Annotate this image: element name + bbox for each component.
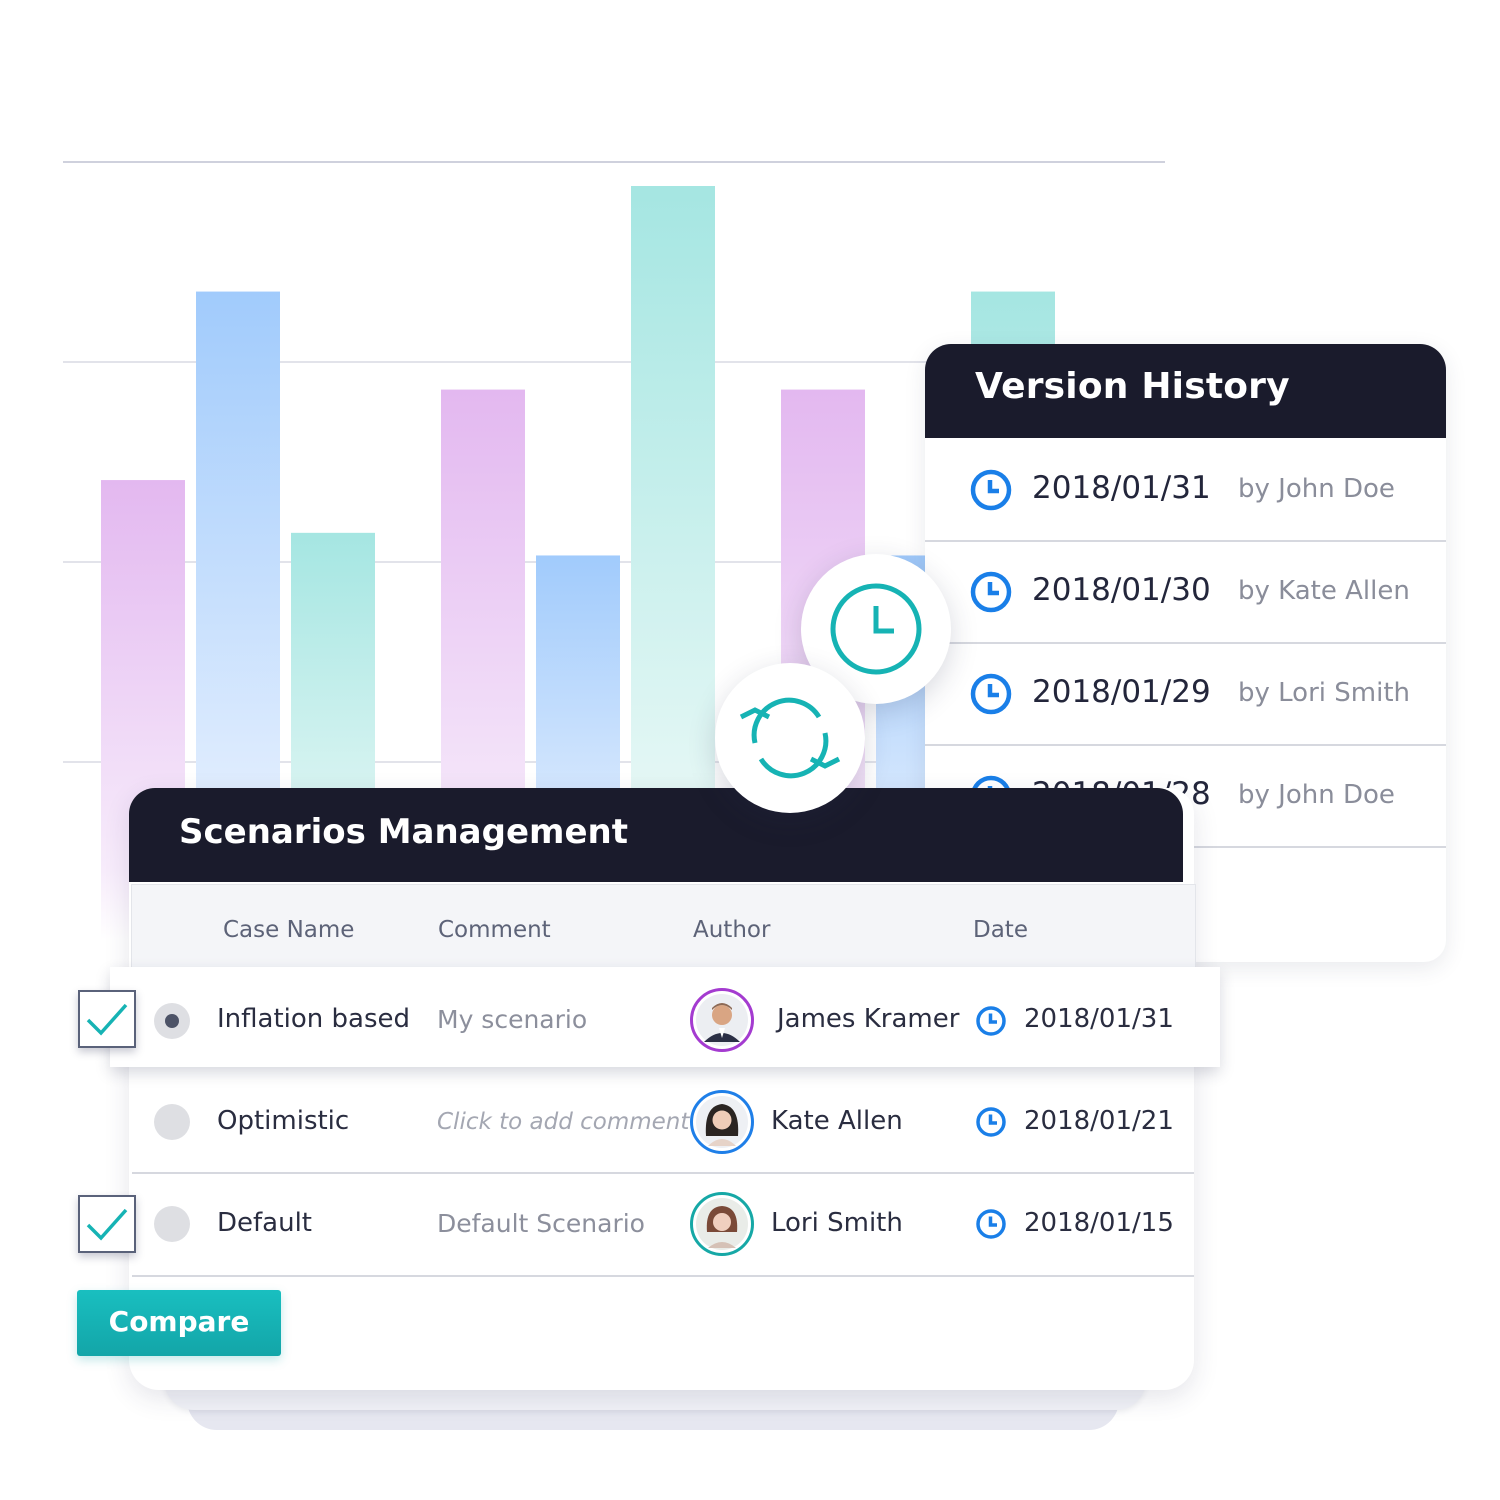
column-author[interactable]: Author xyxy=(693,917,770,943)
clock-icon xyxy=(970,673,1012,715)
version-author: by Lori Smith xyxy=(1238,678,1410,708)
case-name[interactable]: Optimistic xyxy=(217,1106,349,1136)
avatar xyxy=(690,1192,754,1256)
version-date: 2018/01/30 xyxy=(1032,572,1211,608)
clock-icon xyxy=(976,1209,1006,1239)
author-name: James Kramer xyxy=(777,1004,960,1034)
column-date[interactable]: Date xyxy=(973,917,1028,943)
compare-button[interactable]: Compare xyxy=(77,1290,281,1356)
version-author: by John Doe xyxy=(1238,780,1395,810)
version-history-item[interactable]: 2018/01/30 by Kate Allen xyxy=(925,540,1446,644)
date: 2018/01/31 xyxy=(1024,1004,1174,1034)
comment-placeholder[interactable]: Click to add comment xyxy=(437,1109,689,1135)
version-author: by John Doe xyxy=(1238,474,1395,504)
row-radio[interactable] xyxy=(154,1206,190,1242)
row-radio[interactable] xyxy=(154,1104,190,1140)
checkmark-icon xyxy=(86,1208,128,1241)
column-comment[interactable]: Comment xyxy=(438,917,551,943)
sync-badge[interactable] xyxy=(715,663,865,813)
avatar xyxy=(690,988,754,1052)
row-radio[interactable] xyxy=(154,1003,190,1039)
version-history-item[interactable]: 2018/01/29 by Lori Smith xyxy=(925,642,1446,746)
version-author: by Kate Allen xyxy=(1238,576,1410,606)
date: 2018/01/21 xyxy=(1024,1106,1174,1136)
avatar xyxy=(690,1090,754,1154)
version-history-header: Version History xyxy=(925,344,1446,438)
table-header: Case Name Comment Author Date xyxy=(131,884,1196,972)
case-name[interactable]: Default xyxy=(217,1208,312,1238)
author-name: Lori Smith xyxy=(771,1208,903,1238)
scenarios-title: Scenarios Management xyxy=(179,812,628,852)
author-name: Kate Allen xyxy=(771,1106,903,1136)
version-history-title: Version History xyxy=(975,366,1290,407)
version-date: 2018/01/29 xyxy=(1032,674,1211,710)
row-checkbox-checked[interactable] xyxy=(78,1195,136,1253)
version-date: 2018/01/31 xyxy=(1032,470,1211,506)
table-row[interactable]: Optimistic Click to add comment Kate All… xyxy=(132,1070,1194,1174)
comment[interactable]: Default Scenario xyxy=(437,1209,645,1238)
radio-selected-dot xyxy=(165,1014,179,1028)
date: 2018/01/15 xyxy=(1024,1208,1174,1238)
person-avatar-icon xyxy=(696,1198,748,1250)
column-case-name[interactable]: Case Name xyxy=(223,917,354,943)
clock-icon xyxy=(970,469,1012,511)
clock-icon xyxy=(976,1006,1006,1036)
checkmark-icon xyxy=(86,1003,128,1036)
comment[interactable]: My scenario xyxy=(437,1005,587,1034)
row-checkbox-checked[interactable] xyxy=(78,990,136,1048)
sync-icon xyxy=(739,697,841,779)
version-history-item[interactable]: 2018/01/31 by John Doe xyxy=(925,438,1446,542)
scenarios-header: Scenarios Management xyxy=(129,788,1183,882)
person-avatar-icon xyxy=(696,1096,748,1148)
clock-icon xyxy=(976,1107,1006,1137)
case-name[interactable]: Inflation based xyxy=(217,1004,410,1034)
person-avatar-icon xyxy=(696,994,748,1046)
table-row[interactable]: Default Default Scenario Lori Smith 2018… xyxy=(132,1173,1194,1277)
clock-icon xyxy=(970,571,1012,613)
table-row[interactable]: Inflation based My scenario James Kramer… xyxy=(110,967,1220,1067)
